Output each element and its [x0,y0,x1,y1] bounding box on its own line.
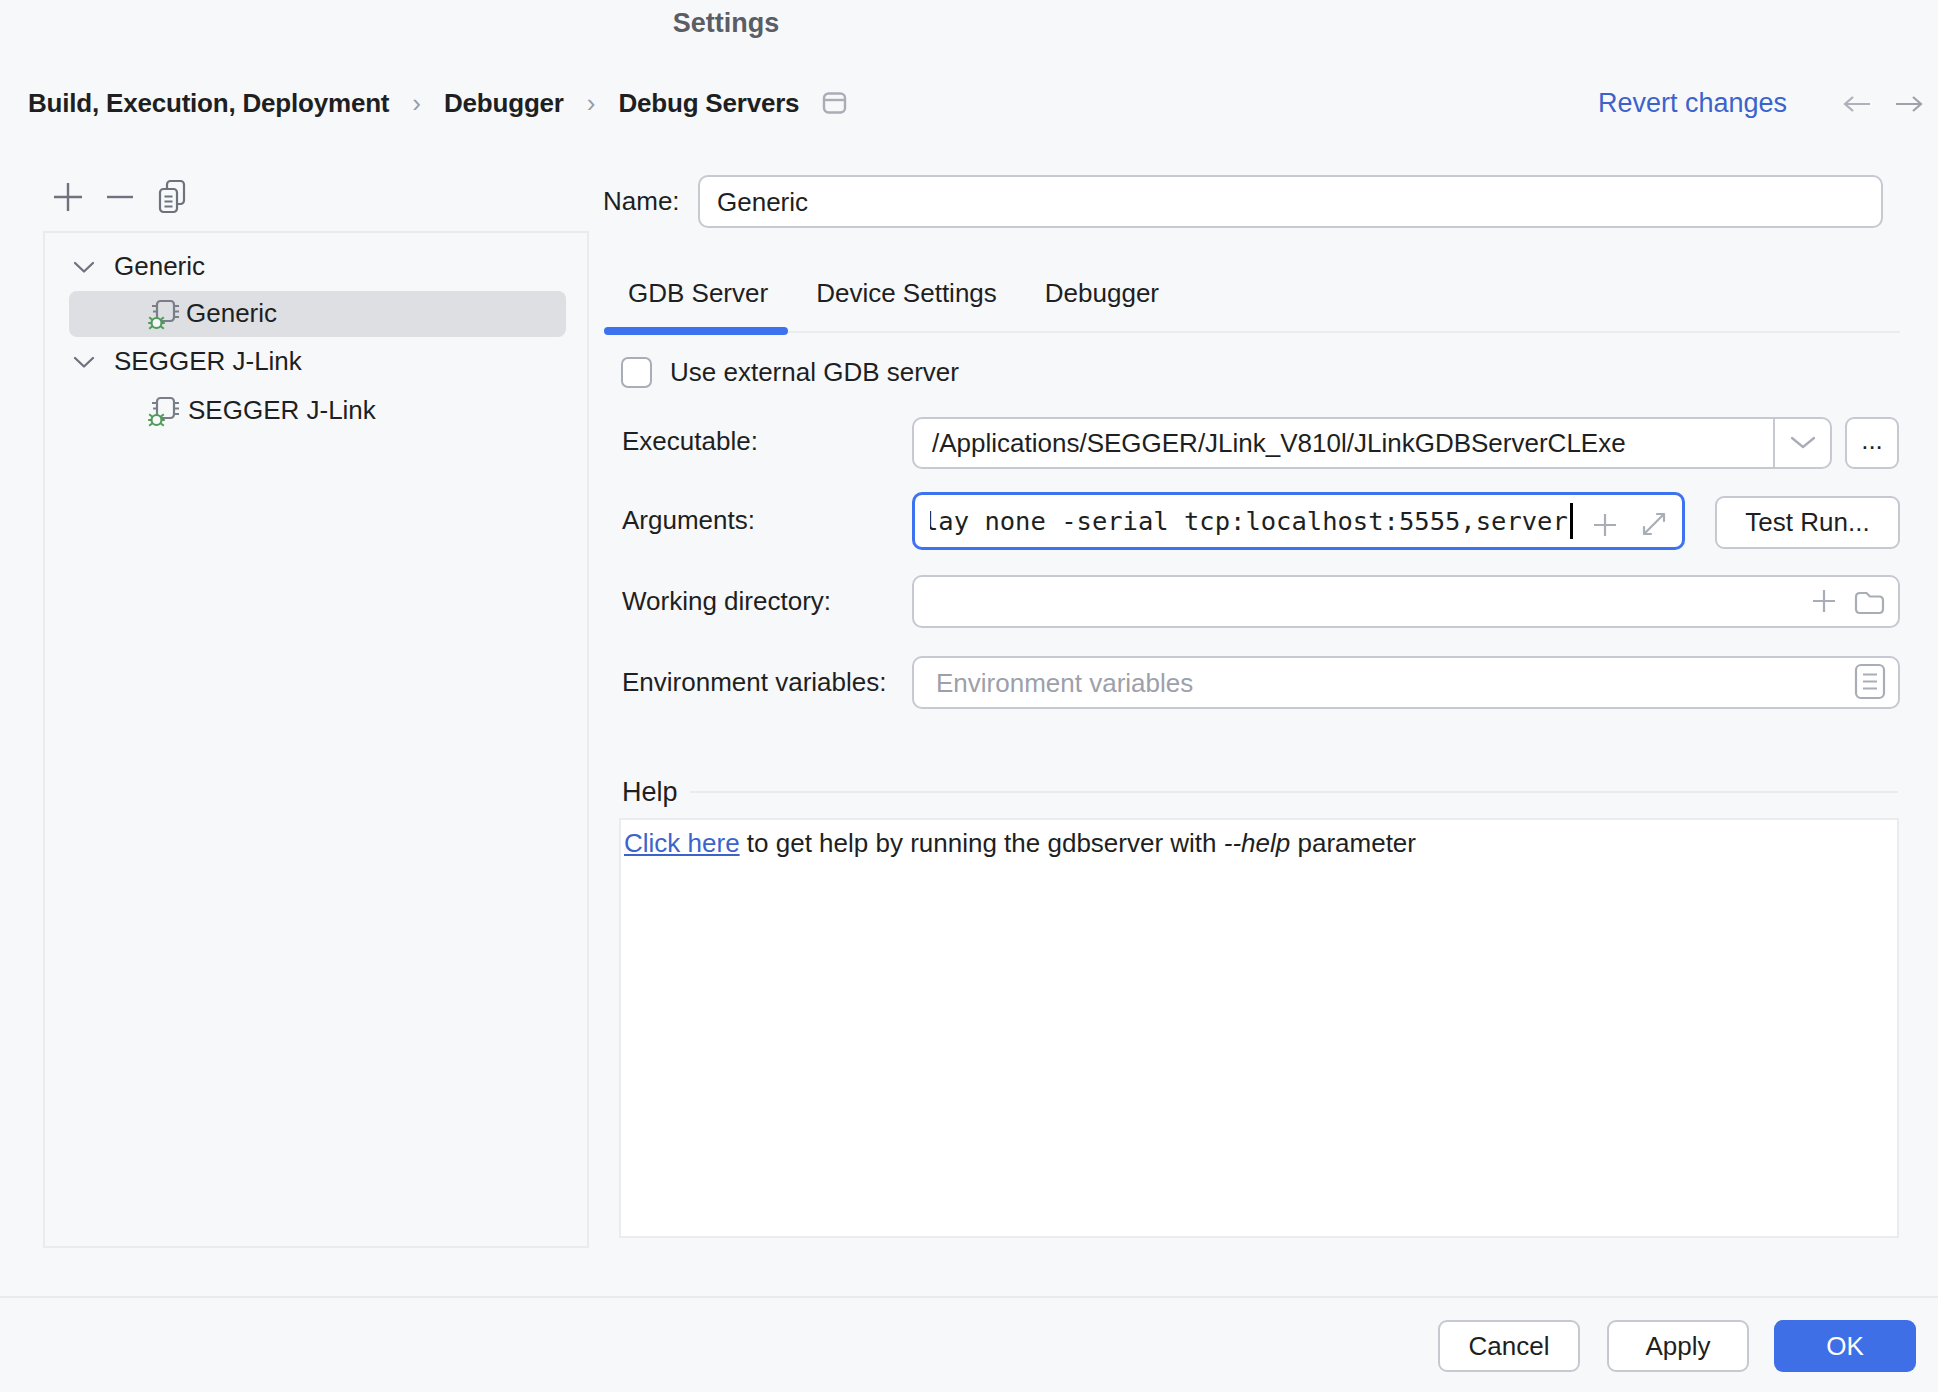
settings-dialog: Settings Build, Execution, Deployment › … [0,0,1938,1392]
help-section-title: Help [622,779,678,805]
tree-group-segger-jlink[interactable]: SEGGER J-Link [114,348,302,375]
window-icon [822,91,848,115]
help-text: Click here to get help by running the gd… [624,829,1416,857]
executable-label: Executable: [622,428,758,454]
working-directory-input[interactable] [912,575,1900,628]
breadcrumb: Build, Execution, Deployment › Debugger … [28,86,848,120]
name-input-value: Generic [717,189,808,216]
name-input[interactable]: Generic [698,175,1883,228]
ok-button[interactable]: OK [1774,1320,1916,1372]
executable-combobox[interactable]: /Applications/SEGGER/JLink_V810l/JLinkGD… [912,417,1832,469]
debug-servers-tree-panel [43,231,589,1248]
ellipsis-label: ... [1861,425,1883,456]
add-macro-icon[interactable] [1592,512,1618,542]
tree-item-segger-jlink[interactable]: SEGGER J-Link [188,397,376,424]
apply-button[interactable]: Apply [1607,1320,1749,1372]
help-flag: --help [1224,828,1290,858]
chevron-down-icon[interactable] [73,355,95,373]
tree-group-generic[interactable]: Generic [114,253,205,280]
tab-gdb-server[interactable]: GDB Server [604,269,792,317]
breadcrumb-item-build-execution-deployment[interactable]: Build, Execution, Deployment [28,88,389,119]
browse-executable-button[interactable]: ... [1845,417,1899,469]
help-text-mid: to get help by running the gdbserver wit… [740,828,1224,858]
working-directory-label: Working directory: [622,588,831,614]
revert-changes-link[interactable]: Revert changes [1598,88,1787,118]
tree-item-generic[interactable]: Generic [186,300,277,327]
debug-server-chip-icon [148,297,182,335]
help-section-rule [690,791,1898,793]
executable-value: /Applications/SEGGER/JLink_V810l/JLinkGD… [932,430,1626,457]
help-text-end: parameter [1290,828,1416,858]
environment-variables-placeholder: Environment variables [936,670,1193,697]
help-link[interactable]: Click here [624,828,740,858]
forward-arrow-icon[interactable] [1894,94,1924,118]
expand-field-icon[interactable] [1641,511,1667,541]
breadcrumb-separator-icon: › [587,88,596,119]
use-external-gdb-server-checkbox[interactable] [621,357,652,388]
breadcrumb-item-debugger[interactable]: Debugger [444,88,564,119]
test-run-label: Test Run... [1745,507,1869,538]
folder-browse-icon[interactable] [1853,589,1885,620]
use-external-gdb-server-label[interactable]: Use external GDB server [670,359,959,385]
arguments-value: lay none -serial tcp:localhost:5555,serv… [930,506,1568,536]
test-run-button[interactable]: Test Run... [1715,496,1900,549]
copy-button[interactable] [155,178,189,220]
cancel-label: Cancel [1469,1331,1550,1362]
breadcrumb-item-debug-servers[interactable]: Debug Servers [618,88,799,119]
tree-selection-highlight [69,291,566,337]
arguments-label: Arguments: [622,507,755,533]
footer-separator [0,1296,1938,1298]
back-arrow-icon[interactable] [1842,94,1872,118]
environment-variables-input[interactable]: Environment variables [912,656,1900,709]
executable-dropdown-button[interactable] [1773,419,1830,467]
tab-debugger[interactable]: Debugger [1021,269,1183,317]
edit-environment-variables-icon[interactable] [1851,662,1889,706]
tab-baseline [604,331,1900,333]
arguments-value-clip: lay none -serial tcp:localhost:5555,serv… [930,496,1577,546]
name-label: Name: [603,188,680,214]
chevron-down-icon [1790,436,1816,450]
chevron-down-icon[interactable] [73,260,95,278]
ok-label: OK [1826,1331,1864,1362]
text-caret [1570,503,1573,539]
help-panel: Click here to get help by running the gd… [619,818,1899,1238]
debug-server-chip-icon [148,394,182,432]
add-macro-icon[interactable] [1811,588,1837,618]
tab-device-settings[interactable]: Device Settings [792,269,1021,317]
add-button[interactable] [51,180,85,218]
cancel-button[interactable]: Cancel [1438,1320,1580,1372]
dialog-title: Settings [596,6,856,40]
breadcrumb-separator-icon: › [412,88,421,119]
environment-variables-label: Environment variables: [622,669,886,695]
remove-button[interactable] [105,182,135,216]
active-tab-indicator [604,327,788,335]
apply-label: Apply [1645,1331,1710,1362]
tab-bar: GDB Server Device Settings Debugger [604,269,1183,317]
